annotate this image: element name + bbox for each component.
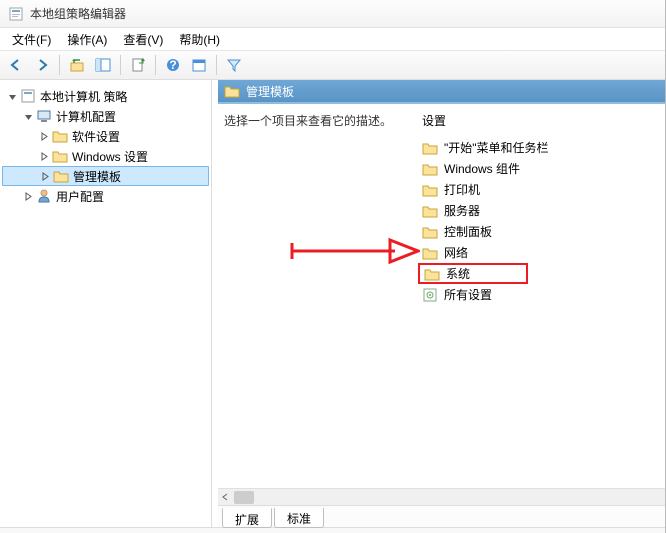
annotation-arrow (290, 236, 420, 266)
description-text: 选择一个项目来查看它的描述。 (224, 112, 404, 129)
expand-icon[interactable] (22, 190, 34, 202)
list-item-start-menu[interactable]: "开始"菜单和任务栏 (418, 137, 659, 158)
bottom-tabs: 扩展 标准 (218, 505, 665, 527)
policy-icon (20, 88, 36, 104)
user-icon (36, 188, 52, 204)
folder-icon (422, 203, 438, 219)
list-item-label: 打印机 (444, 181, 480, 198)
list-item-servers[interactable]: 服务器 (418, 200, 659, 221)
column-header-settings[interactable]: 设置 (418, 110, 659, 131)
menu-view[interactable]: 查看(V) (115, 29, 171, 50)
folder-icon (224, 84, 240, 98)
list-item-label: 网络 (444, 244, 468, 261)
folder-icon (52, 148, 68, 164)
help-button[interactable]: ? (161, 53, 185, 77)
tree-user-config[interactable]: 用户配置 (2, 186, 209, 206)
status-bar (0, 527, 665, 533)
scroll-left-icon[interactable] (220, 492, 230, 502)
filter-button[interactable] (222, 53, 246, 77)
window-title-bar: 本地组策略编辑器 (0, 0, 665, 28)
tree-admin-templates[interactable]: 管理模板 (2, 166, 209, 186)
list-item-system[interactable]: 系统 (418, 263, 528, 284)
folder-icon (53, 168, 69, 184)
expand-icon[interactable] (39, 170, 51, 182)
folder-icon (422, 224, 438, 240)
right-pane: 管理模板 选择一个项目来查看它的描述。 设置 "开始"菜单和任务栏 Window… (212, 80, 665, 527)
tree-label: 计算机配置 (56, 108, 116, 125)
forward-button[interactable] (30, 53, 54, 77)
window-title: 本地组策略编辑器 (30, 5, 126, 22)
list-item-network[interactable]: 网络 (418, 242, 659, 263)
folder-icon (422, 182, 438, 198)
app-icon (8, 6, 24, 22)
toolbar-separator (59, 55, 60, 75)
list-item-printers[interactable]: 打印机 (418, 179, 659, 200)
content-header: 管理模板 (218, 80, 665, 104)
list-item-label: 所有设置 (444, 286, 492, 303)
scrollbar-thumb[interactable] (234, 491, 254, 504)
menu-file[interactable]: 文件(F) (4, 29, 59, 50)
folder-icon (52, 128, 68, 144)
list-item-label: 控制面板 (444, 223, 492, 240)
tree-software-settings[interactable]: 软件设置 (2, 126, 209, 146)
list-item-label: 服务器 (444, 202, 480, 219)
content-header-title: 管理模板 (246, 83, 294, 100)
list-item-all-settings[interactable]: 所有设置 (418, 284, 659, 305)
show-hide-tree-button[interactable] (91, 53, 115, 77)
menu-action[interactable]: 操作(A) (59, 29, 115, 50)
tree-label: 用户配置 (56, 188, 104, 205)
tree-root[interactable]: 本地计算机 策略 (2, 86, 209, 106)
list-item-label: "开始"菜单和任务栏 (444, 139, 549, 156)
list-item-label: 系统 (446, 265, 470, 282)
menu-bar: 文件(F) 操作(A) 查看(V) 帮助(H) (0, 28, 665, 50)
up-button[interactable] (65, 53, 89, 77)
export-list-button[interactable] (126, 53, 150, 77)
collapse-icon[interactable] (6, 90, 18, 102)
menu-help[interactable]: 帮助(H) (171, 29, 228, 50)
folder-icon (422, 245, 438, 261)
tree-pane[interactable]: 本地计算机 策略 计算机配置 软件设置 Windows 设置 管理模板 用户配置 (0, 80, 212, 527)
computer-icon (36, 108, 52, 124)
tree-label: 本地计算机 策略 (40, 88, 127, 105)
horizontal-scrollbar[interactable] (218, 488, 665, 505)
tree-label: 管理模板 (73, 168, 121, 185)
settings-list: 设置 "开始"菜单和任务栏 Windows 组件 打印机 服务器 (418, 110, 659, 485)
list-item-label: Windows 组件 (444, 160, 520, 177)
expand-icon[interactable] (38, 130, 50, 142)
folder-icon (422, 140, 438, 156)
tree-windows-settings[interactable]: Windows 设置 (2, 146, 209, 166)
content-body: 选择一个项目来查看它的描述。 设置 "开始"菜单和任务栏 Windows 组件 … (218, 104, 665, 505)
folder-icon (422, 161, 438, 177)
list-item-control-panel[interactable]: 控制面板 (418, 221, 659, 242)
collapse-icon[interactable] (22, 110, 34, 122)
properties-button[interactable] (187, 53, 211, 77)
svg-text:?: ? (169, 58, 176, 72)
back-button[interactable] (4, 53, 28, 77)
toolbar-separator (120, 55, 121, 75)
tree-label: 软件设置 (72, 128, 120, 145)
expand-icon[interactable] (38, 150, 50, 162)
tab-standard[interactable]: 标准 (274, 508, 324, 528)
folder-icon (424, 266, 440, 282)
toolbar-separator (216, 55, 217, 75)
tab-extended[interactable]: 扩展 (222, 508, 272, 528)
toolbar: ? (0, 50, 665, 80)
tree-label: Windows 设置 (72, 148, 148, 165)
toolbar-separator (155, 55, 156, 75)
settings-collection-icon (422, 287, 438, 303)
tree-computer-config[interactable]: 计算机配置 (2, 106, 209, 126)
main-area: 本地计算机 策略 计算机配置 软件设置 Windows 设置 管理模板 用户配置 (0, 80, 665, 527)
list-item-windows-components[interactable]: Windows 组件 (418, 158, 659, 179)
